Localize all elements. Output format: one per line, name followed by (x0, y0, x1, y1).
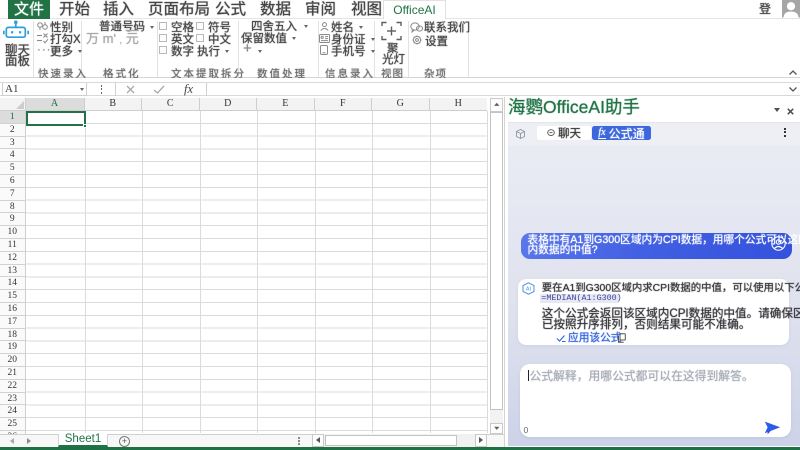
svg-text:AI: AI (526, 286, 532, 292)
